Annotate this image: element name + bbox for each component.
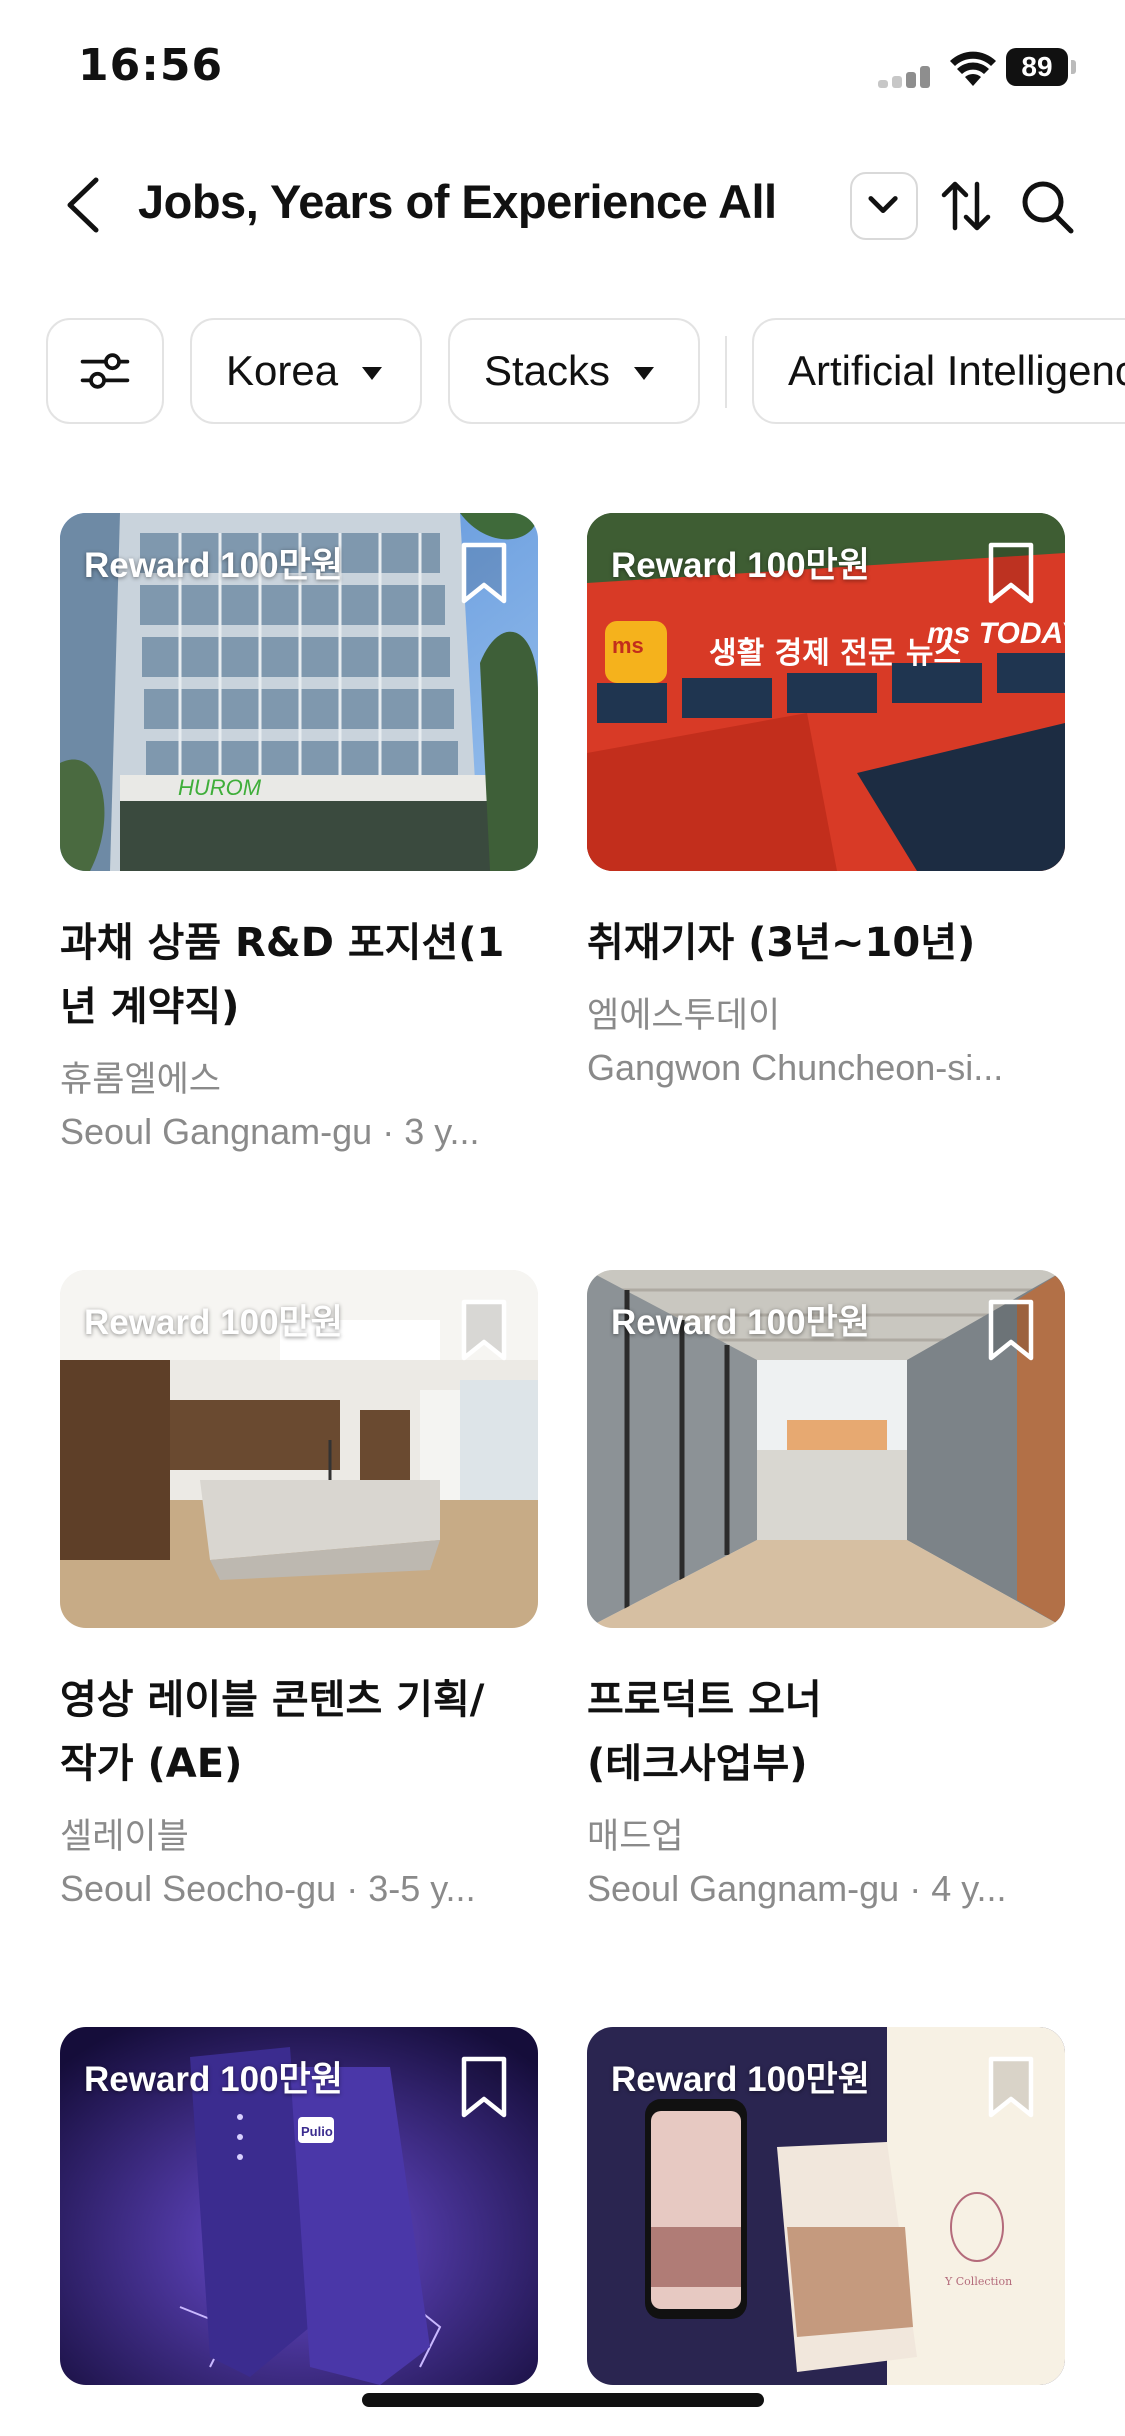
chip-divider: [725, 336, 727, 408]
header: Jobs, Years of Experience All: [0, 150, 1125, 260]
bookmark-icon: [988, 1299, 1034, 1361]
bookmark-icon: [988, 2056, 1034, 2118]
home-indicator[interactable]: [362, 2393, 764, 2407]
reward-badge: Reward 100만원: [611, 546, 870, 585]
bookmark-icon: [461, 1299, 507, 1361]
filter-chip-industry[interactable]: Artificial Intelligence: [752, 318, 1125, 424]
bookmark-button[interactable]: [456, 541, 512, 605]
logo-mark-ms: ms: [612, 633, 644, 658]
svg-text:ms TODAY: ms TODAY: [927, 617, 1065, 650]
filter-chip-stacks[interactable]: Stacks: [448, 318, 700, 424]
filter-chip-label: Artificial Intelligence: [788, 347, 1125, 394]
bookmark-button[interactable]: [456, 1298, 512, 1362]
svg-text:Y Collection: Y Collection: [944, 2275, 1012, 2288]
job-title: 프로덕트 오너 (테크사업부): [587, 1677, 822, 1787]
job-title: 영상 레이블 콘텐츠 기획/ 작가 (AE): [60, 1677, 485, 1787]
bookmark-button[interactable]: [983, 2055, 1039, 2119]
page-title: Jobs, Years of Experience All: [138, 175, 777, 228]
job-location-experience: Seoul Gangnam-gu · 4 y...: [587, 1868, 1007, 1909]
job-location-experience: Seoul Seocho-gu · 3-5 y...: [60, 1868, 476, 1909]
job-title: 취재기자 (3년~10년): [587, 920, 976, 966]
job-thumbnail: HUROM Reward 100만원: [60, 513, 538, 871]
job-thumbnail: Y Collection Reward 100만원: [587, 2027, 1065, 2385]
job-card[interactable]: ms 생활 경제 전문 뉴스 ms TODAY Reward 100만원 취재기…: [587, 513, 1065, 1113]
job-thumbnail: Reward 100만원: [60, 1270, 538, 1628]
company-name: 셀레이블: [60, 1817, 189, 1857]
bookmark-icon: [461, 2056, 507, 2118]
filter-chip-region[interactable]: Korea: [190, 318, 422, 424]
job-thumbnail: Pulio Reward 100만원: [60, 2027, 538, 2385]
bookmark-button[interactable]: [983, 541, 1039, 605]
svg-text:생활 경제 전문 뉴스: 생활 경제 전문 뉴스: [709, 636, 961, 671]
job-card[interactable]: Reward 100만원 프로덕트 오너 (테크사업부) 매드업 Seoul G…: [587, 1270, 1065, 1930]
bookmark-icon: [461, 542, 507, 604]
job-card[interactable]: Reward 100만원 영상 레이블 콘텐츠 기획/ 작가 (AE) 셀레이블…: [60, 1270, 538, 1930]
reward-badge: Reward 100만원: [84, 546, 343, 585]
company-name: 매드업: [587, 1817, 684, 1857]
reward-badge: Reward 100만원: [84, 2060, 343, 2099]
job-location-experience: Seoul Gangnam-gu · 3 y...: [60, 1111, 480, 1152]
job-thumbnail: Reward 100만원: [587, 1270, 1065, 1628]
reward-badge: Reward 100만원: [84, 1303, 343, 1342]
bookmark-icon: [988, 542, 1034, 604]
filter-chip-bar: Korea Stacks Artificial Intelligence: [0, 318, 1125, 426]
bookmark-button[interactable]: [983, 1298, 1039, 1362]
svg-text:Pulio: Pulio: [301, 2124, 333, 2139]
sort-arrows-icon: [941, 181, 991, 231]
job-location-experience: Gangwon Chuncheon-si...: [587, 1047, 1004, 1088]
svg-text:HUROM: HUROM: [178, 775, 262, 800]
filter-chip-label: Korea: [226, 347, 339, 394]
caret-down-icon: [634, 366, 655, 380]
cellular-signal-icon: [878, 66, 934, 88]
job-card[interactable]: HUROM Reward 100만원 과채 상품 R&D 포지션(1 년 계약직…: [60, 513, 538, 1173]
company-name: 휴롬엘에스: [60, 1060, 222, 1100]
sliders-icon: [80, 353, 130, 389]
status-bar: 16:56 89: [0, 0, 1125, 130]
wifi-icon: [950, 51, 996, 86]
reward-badge: Reward 100만원: [611, 1303, 870, 1342]
job-title: 과채 상품 R&D 포지션(1 년 계약직): [60, 920, 505, 1030]
sort-button[interactable]: [936, 172, 996, 240]
chevron-down-icon: [868, 196, 898, 214]
job-card[interactable]: Pulio Reward 100만원: [60, 2027, 538, 2385]
filter-settings-button[interactable]: [46, 318, 164, 424]
filter-chip-label: Stacks: [484, 347, 611, 394]
battery-level: 89: [1006, 48, 1068, 86]
bookmark-button[interactable]: [456, 2055, 512, 2119]
back-button[interactable]: [56, 170, 116, 240]
battery-icon: 89: [1006, 48, 1076, 88]
company-name: 엠에스투데이: [587, 996, 781, 1036]
status-time: 16:56: [78, 40, 224, 91]
search-icon: [1022, 181, 1074, 234]
job-card[interactable]: Y Collection Reward 100만원: [587, 2027, 1065, 2385]
caret-down-icon: [362, 366, 383, 380]
job-thumbnail: ms 생활 경제 전문 뉴스 ms TODAY Reward 100만원: [587, 513, 1065, 871]
title-dropdown-button[interactable]: [850, 172, 918, 240]
search-button[interactable]: [1016, 172, 1080, 240]
reward-badge: Reward 100만원: [611, 2060, 870, 2099]
